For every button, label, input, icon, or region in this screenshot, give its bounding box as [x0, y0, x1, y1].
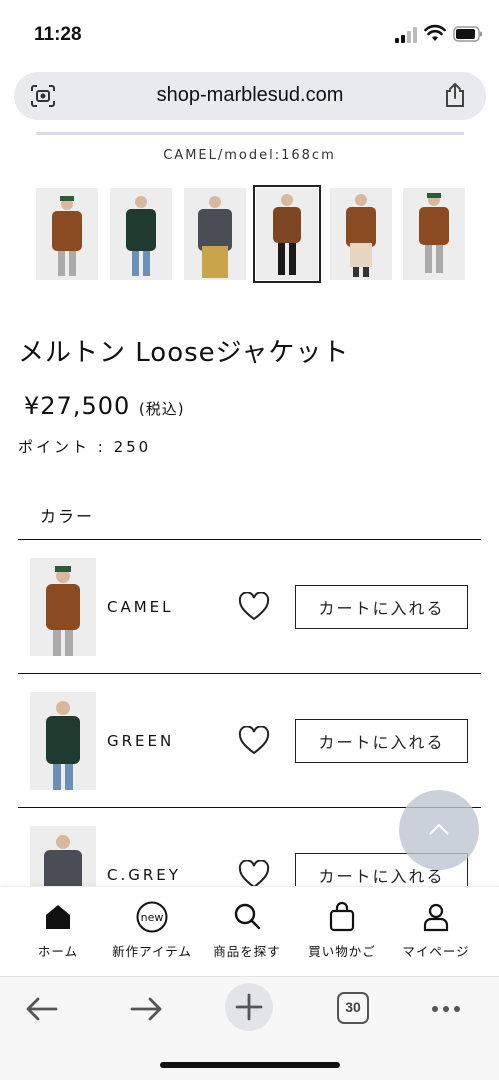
add-to-cart-button[interactable]: カートに入れる: [295, 585, 468, 629]
status-bar: 11:28: [0, 0, 499, 66]
back-button[interactable]: [18, 985, 66, 1033]
more-menu-button[interactable]: [422, 985, 470, 1033]
model-photo: [403, 188, 465, 280]
new-badge-text: new: [141, 911, 164, 924]
share-icon[interactable]: [444, 82, 466, 108]
nav-label: ホーム: [37, 944, 79, 959]
more-dots-icon: [432, 1006, 460, 1012]
nav-search[interactable]: 商品を探す: [197, 887, 297, 977]
plus-icon: [235, 993, 263, 1021]
model-photo: [30, 558, 96, 656]
url-text[interactable]: shop-marblesud.com: [14, 84, 486, 107]
new-tab-button[interactable]: [225, 983, 273, 1031]
variant-name: CAMEL: [107, 598, 174, 616]
cellular-signal-icon: [395, 27, 417, 43]
thumbnail-1[interactable]: [36, 188, 98, 280]
status-time: 11:28: [34, 24, 82, 45]
variant-name: GREEN: [107, 732, 175, 750]
nav-label: マイページ: [402, 944, 470, 959]
nav-new-items[interactable]: new 新作アイテム: [102, 887, 202, 977]
nav-mypage[interactable]: マイページ: [386, 887, 486, 977]
variant-image: [30, 692, 96, 790]
model-photo: [110, 188, 172, 280]
thumbnail-3[interactable]: [184, 188, 246, 280]
color-section-header: カラー: [40, 507, 95, 526]
favorite-heart-icon[interactable]: [238, 726, 270, 756]
forward-button[interactable]: [122, 985, 170, 1033]
home-indicator: [160, 1062, 340, 1068]
product-price: ¥27,500: [24, 392, 131, 420]
nav-label: 買い物かご: [308, 944, 376, 959]
main-image-bottom-edge: [36, 132, 464, 135]
arrow-right-icon: [130, 997, 162, 1021]
scroll-to-top-button[interactable]: [399, 790, 479, 870]
tax-note: (税込): [138, 400, 185, 418]
image-caption: CAMEL/model:168cm: [163, 148, 336, 163]
model-photo: [184, 188, 246, 280]
variant-image: [30, 558, 96, 656]
thumbnail-4-selected[interactable]: [253, 185, 321, 283]
model-photo: [330, 188, 392, 280]
model-photo: [36, 188, 98, 280]
variant-name: C.GREY: [107, 866, 181, 884]
battery-icon: [453, 26, 482, 42]
variant-row: CAMEL カートに入れる: [18, 539, 481, 673]
nav-label: 新作アイテム: [112, 944, 192, 959]
thumbnail-strip: [36, 185, 466, 283]
points-text: ポイント : 250: [18, 438, 152, 456]
address-bar[interactable]: shop-marblesud.com: [14, 72, 486, 120]
nav-home[interactable]: ホーム: [8, 887, 108, 977]
shop-bottom-nav: ホーム new 新作アイテム 商品を探す 買い物かご マイページ: [0, 886, 499, 976]
product-price-line: ¥27,500 (税込): [24, 392, 185, 420]
nav-cart[interactable]: 買い物かご: [292, 887, 392, 977]
thumbnail-5[interactable]: [330, 188, 392, 280]
wifi-icon: [424, 24, 446, 41]
model-photo: [256, 188, 318, 280]
thumbnail-2[interactable]: [110, 188, 172, 280]
home-icon: [46, 905, 70, 929]
favorite-heart-icon[interactable]: [238, 592, 270, 622]
new-badge-icon: new: [136, 901, 168, 933]
product-title: メルトン Looseジャケット: [18, 338, 350, 368]
nav-label: 商品を探す: [213, 944, 281, 959]
add-to-cart-button[interactable]: カートに入れる: [295, 719, 468, 763]
chevron-up-icon: [429, 823, 449, 835]
user-icon: [423, 903, 449, 932]
tab-switcher-button[interactable]: 30: [337, 992, 369, 1024]
variant-row: GREEN カートに入れる: [18, 673, 481, 807]
arrow-left-icon: [26, 997, 58, 1021]
shopping-bag-icon: [329, 901, 355, 932]
thumbnail-6[interactable]: [403, 188, 465, 280]
model-photo: [30, 692, 96, 790]
search-icon: [234, 903, 261, 930]
